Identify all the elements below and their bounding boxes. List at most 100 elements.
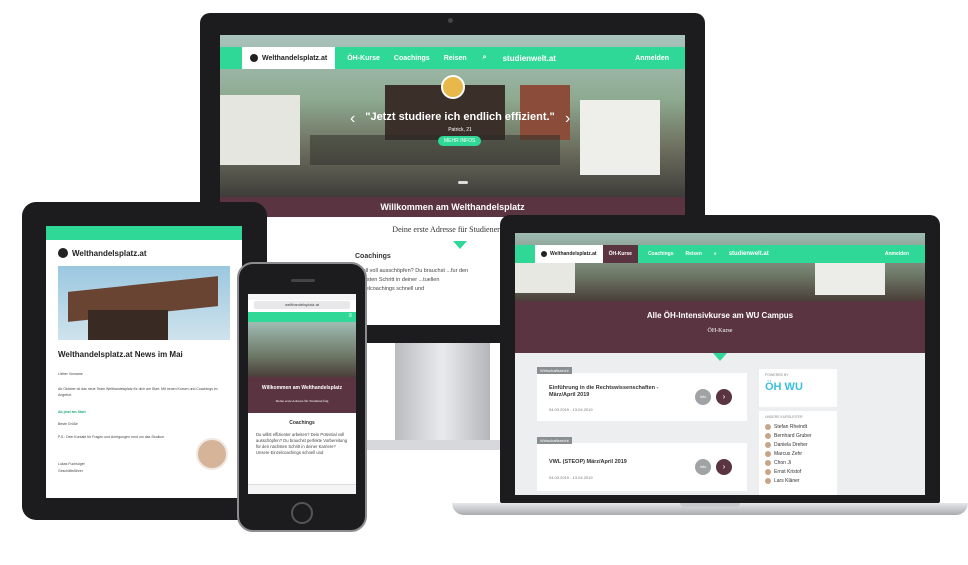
team-member-avatar: [765, 450, 771, 457]
more-info-button[interactable]: MEHR INFOS: [438, 136, 482, 146]
logo-icon: [250, 54, 258, 62]
tablet-regards: Beste Grüße: [58, 422, 78, 426]
slider-prev-icon[interactable]: ‹: [350, 110, 355, 128]
team-member[interactable]: Ernst Kristof: [765, 467, 831, 476]
tablet-ps: P.S.: Dein Kontakt für Fragen und Anregu…: [58, 435, 165, 439]
slider-dots: [458, 181, 468, 184]
phone-welcome-band: Willkommen am Welthandelsplatz Deine ers…: [248, 377, 356, 413]
monitor-welcome-band: Willkommen am Welthandelsplatz: [220, 197, 685, 217]
testimonial-avatar: [441, 75, 465, 99]
laptop-navbar: Welthandelsplatz.at ÖH-Kurse Coachings R…: [515, 245, 925, 263]
laptop-nav-coachings[interactable]: Coachings: [648, 251, 674, 257]
laptop-lid: Welthandelsplatz.at ÖH-Kurse Coachings R…: [500, 215, 940, 503]
phone-url-text: welthandelsplatz.at: [284, 302, 320, 307]
laptop-hero: [515, 233, 925, 301]
welcome-heading: Willkommen am Welthandelsplatz: [380, 202, 525, 212]
laptop-logo-icon: [541, 251, 547, 257]
course-dates: 04.03.2019 - 13.04.2019: [549, 407, 593, 412]
partner-logo[interactable]: studienwelt.at: [503, 54, 556, 63]
tablet-logo: Welthandelsplatz.at: [58, 248, 147, 258]
tablet-logo-icon: [58, 248, 68, 258]
team-member[interactable]: Stefan Rheindt: [765, 422, 831, 431]
tablet-more[interactable]: Ab jetzt am Start: [58, 410, 86, 414]
laptop-login-link[interactable]: Anmelden: [885, 251, 909, 257]
search-icon[interactable]: ⌕: [483, 54, 487, 62]
team-member-name: Stefan Rheindt: [774, 423, 808, 430]
team-member-avatar: [765, 459, 771, 466]
team-member-name: Chon Ji: [774, 459, 791, 466]
phone-coachings-text: Du willst effizienter arbeiten? Dein Pot…: [256, 432, 348, 455]
tablet-hero-image: [58, 266, 230, 340]
site-logo[interactable]: Welthandelsplatz.at: [242, 47, 336, 69]
tagline-arrow: [453, 241, 467, 249]
team-member[interactable]: Bernhard Gruber: [765, 431, 831, 440]
phone-menu-icon[interactable]: ≡: [348, 313, 352, 319]
tablet-body: Ab Oktober ist das neue Team Welthandels…: [58, 387, 218, 397]
course-dates: 04.03.2019 - 13.04.2019: [549, 475, 593, 480]
tablet-sig2: Geschäftsführer: [58, 469, 83, 473]
tablet-top-bar: [46, 226, 242, 240]
team-list: Stefan Rheindt Bernhard Gruber Daniela Dre…: [765, 422, 831, 485]
team-member-name: Marcus Zehr: [774, 450, 803, 457]
laptop-screen: Welthandelsplatz.at ÖH-Kurse Coachings R…: [515, 233, 925, 495]
team-member-avatar: [765, 423, 771, 430]
team-member[interactable]: Marcus Zehr: [765, 449, 831, 458]
team-member-name: Ernst Kristof: [774, 468, 802, 475]
course-info-button[interactable]: Info: [695, 389, 711, 405]
nav-oeh-kurse[interactable]: ÖH-Kurse: [347, 55, 380, 62]
course-next-icon[interactable]: ›: [716, 459, 732, 475]
phone-welcome: Willkommen am Welthandelsplatz: [261, 385, 343, 391]
laptop-nav-reisen[interactable]: Reisen: [686, 251, 702, 257]
laptop-search-icon[interactable]: ⌕: [714, 251, 717, 257]
logo-text: Welthandelsplatz.at: [262, 54, 328, 62]
coachings-text: ...tfall voll ausschöpfen? Du brauchst .…: [355, 268, 469, 292]
nav-coachings[interactable]: Coachings: [394, 55, 430, 62]
course-badge: Wirtschaftsrecht: [537, 367, 572, 374]
phone-url-bar[interactable]: welthandelsplatz.at: [254, 301, 350, 309]
laptop-band-arrow: [713, 353, 727, 361]
phone-coachings-title: Coachings: [289, 420, 315, 426]
stage: { "colors":{"accent":"#2fd897","maroon":…: [0, 0, 968, 565]
phone-screen: welthandelsplatz.at ≡ Willkommen am Welt…: [248, 294, 356, 494]
course-card-2[interactable]: Wirtschaftsrecht VWL (STEOP) März/April …: [537, 437, 747, 491]
course-title: Einführung in die Rechtswissenschaften -…: [549, 385, 659, 398]
course-badge: Wirtschaftsrecht: [537, 437, 572, 444]
team-box: UNSERE KURSLEITER Stefan Rheindt Bernhard…: [759, 411, 837, 495]
oeh-wu-logo[interactable]: ÖH WU: [765, 381, 831, 393]
laptop-site-logo[interactable]: Welthandelsplatz.at: [535, 245, 603, 263]
course-next-icon[interactable]: ›: [716, 389, 732, 405]
laptop-logo-text: Welthandelsplatz.at: [550, 251, 597, 257]
laptop-notch: [680, 503, 740, 507]
monitor-navbar: Welthandelsplatz.at ÖH-Kurse Coachings R…: [220, 47, 685, 69]
course-title: VWL (STEOP) März/April 2019: [549, 459, 627, 465]
phone-navbar: ≡: [248, 312, 356, 322]
team-member-avatar: [765, 441, 771, 448]
team-member[interactable]: Lars Kläner: [765, 476, 831, 485]
testimonial-quote: "Jetzt studiere ich endlich effizient.": [365, 111, 555, 123]
author-avatar: [196, 438, 228, 470]
phone-bottom-bar: [248, 484, 356, 494]
tagline-text: Deine erste Adresse für Studienerfolg: [392, 225, 513, 234]
nav-reisen[interactable]: Reisen: [444, 55, 467, 62]
team-member-name: Bernhard Gruber: [774, 432, 812, 439]
team-member[interactable]: Daniela Dreher: [765, 440, 831, 449]
team-member[interactable]: Chon Ji: [765, 458, 831, 467]
phone-status-bar: [248, 294, 356, 300]
phone-home-button[interactable]: [291, 502, 313, 524]
course-card-1[interactable]: Wirtschaftsrecht Einführung in die Recht…: [537, 367, 747, 421]
powered-by-label: POWERED BY: [765, 373, 789, 377]
tablet-headline: Welthandelsplatz.at News im Mai: [58, 350, 183, 359]
laptop-title-band: Alle ÖH-Intensivkurse am WU Campus ÖH-Ku…: [515, 301, 925, 353]
slider-next-icon[interactable]: ›: [565, 110, 570, 128]
tablet-screen: Welthandelsplatz.at Welthandelsplatz.at …: [46, 226, 242, 498]
team-member-avatar: [765, 477, 771, 484]
phone-tagline: Deine erste Adresse für Studienerfolg: [275, 399, 329, 403]
login-link[interactable]: Anmelden: [635, 55, 669, 62]
laptop-partner-logo[interactable]: studienwelt.at: [729, 251, 769, 257]
team-member-avatar: [765, 432, 771, 439]
laptop-page-subtitle: ÖH-Kurse: [707, 328, 733, 334]
course-info-button[interactable]: Info: [695, 459, 711, 475]
laptop-nav-oeh-kurse[interactable]: ÖH-Kurse: [602, 245, 638, 263]
team-member-avatar: [765, 468, 771, 475]
team-member-name: Daniela Dreher: [774, 441, 808, 448]
